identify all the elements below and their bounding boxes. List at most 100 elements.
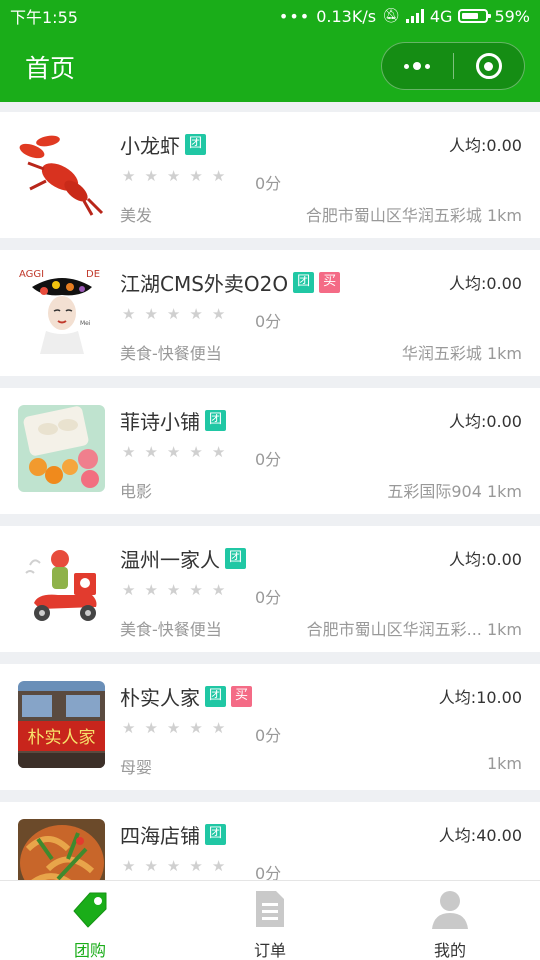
target-circle-icon — [475, 53, 502, 79]
purchase-badge: 买 — [319, 272, 341, 293]
fashion-model-thumbnail: AGGI DE Mei — [18, 267, 105, 354]
group-buy-badge: 团 — [205, 686, 226, 707]
shop-card[interactable]: AGGI DE Mei 江湖CMS外卖O2O 团 买 人均:0.00 ★ ★ ★ ★ ★ — [0, 250, 540, 376]
status-indicators: ••• 0.13K/s 🔕︎ 4G 59% — [279, 7, 530, 26]
score-text: 0分 — [255, 450, 282, 469]
shop-name-row: 朴实人家 团 买 — [120, 682, 252, 711]
category-text: 美食-快餐便当 — [120, 344, 222, 363]
star-icon: ★ — [189, 305, 203, 323]
shop-list[interactable]: 小龙虾 团 人均:0.00 ★ ★ ★ ★ ★ 0分 美发 合肥市蜀山区华润五彩城 1k… — [0, 102, 540, 880]
group-buy-badge: 团 — [293, 272, 315, 293]
tab-profile[interactable]: 我的 — [360, 881, 540, 960]
score-text: 0分 — [255, 312, 282, 331]
star-icon: ★ — [189, 719, 203, 737]
distance-value: 1km — [486, 754, 522, 773]
star-icon: ★ — [211, 857, 226, 875]
battery-level: 59% — [494, 6, 530, 26]
star-icon: ★ — [166, 857, 181, 875]
shop-name-row: 小龙虾 团 — [120, 130, 206, 159]
shop-name: 小龙虾 — [120, 134, 180, 158]
star-icon: ★ — [189, 443, 203, 461]
shop-card[interactable]: 四海店铺 团 人均:40.00 ★ ★ ★ ★ ★ 0分 — [0, 802, 540, 880]
shop-card[interactable]: 小龙虾 团 人均:0.00 ★ ★ ★ ★ ★ 0分 美发 合肥市蜀山区华润五彩城 1k… — [0, 112, 540, 238]
close-button[interactable] — [454, 43, 525, 89]
star-icon: ★ — [144, 719, 158, 737]
star-icon: ★ — [166, 719, 181, 737]
tab-orders[interactable]: 订单 — [180, 881, 360, 960]
address-text: 合肥市蜀山区华润五彩城 1km — [306, 202, 522, 226]
status-bar: 下午1:55 ••• 0.13K/s 🔕︎ 4G 59% — [0, 0, 540, 32]
star-icon: ★ — [166, 305, 181, 323]
tab-label: 团购 — [73, 941, 106, 960]
star-icon: ★ — [122, 581, 136, 599]
star-rating: ★ ★ ★ ★ ★ — [122, 857, 225, 875]
address-value: 合肥市蜀山区华润五彩城 — [305, 206, 482, 225]
star-icon: ★ — [189, 581, 203, 599]
shop-name-row: 菲诗小铺 团 — [120, 406, 226, 435]
average-price: 人均:0.00 — [448, 412, 522, 431]
user-icon — [430, 889, 470, 933]
score-text: 0分 — [255, 174, 282, 193]
average-price: 人均:10.00 — [438, 688, 522, 707]
star-icon: ★ — [166, 443, 181, 461]
tab-group-buy[interactable]: 团购 — [0, 881, 180, 960]
star-rating: ★ ★ ★ ★ ★ — [122, 305, 225, 323]
tab-label: 我的 — [433, 941, 466, 960]
star-icon: ★ — [144, 443, 158, 461]
shop-card[interactable]: 朴实人家 朴实人家 团 买 人均:10.00 ★ ★ ★ ★ ★ 0分 母婴 1km — [0, 664, 540, 790]
address-text: 五彩国际904 1km — [387, 478, 522, 502]
mini-program-capsule — [381, 42, 525, 90]
mute-icon: 🔕︎ — [382, 8, 400, 24]
star-rating: ★ ★ ★ ★ ★ — [122, 719, 225, 737]
shop-card[interactable]: 菲诗小铺 团 人均:0.00 ★ ★ ★ ★ ★ 0分 电影 五彩国际904 1km — [0, 388, 540, 514]
address-text: 1km — [487, 754, 522, 773]
score-text: 0分 — [255, 726, 282, 745]
tag-icon — [70, 889, 110, 933]
star-icon: ★ — [211, 443, 226, 461]
shop-name: 朴实人家 — [120, 686, 200, 710]
group-buy-badge: 团 — [185, 134, 206, 155]
score-text: 0分 — [255, 588, 282, 607]
fruit-dessert-thumbnail — [18, 405, 105, 492]
shop-name-row: 四海店铺 团 — [120, 820, 226, 849]
shop-name-row: 温州一家人 团 — [120, 544, 246, 573]
star-icon: ★ — [122, 719, 136, 737]
purchase-badge: 买 — [231, 686, 252, 707]
net-speed: 0.13K/s — [316, 6, 377, 26]
star-icon: ★ — [166, 581, 181, 599]
delivery-scooter-thumbnail — [18, 543, 105, 630]
group-buy-badge: 团 — [205, 824, 226, 845]
star-icon: ★ — [122, 443, 136, 461]
network-type: 4G — [429, 6, 453, 26]
bottom-tab-bar: 团购 订单 我的 — [0, 880, 540, 960]
star-icon: ★ — [189, 857, 203, 875]
distance-value: 1km — [486, 206, 522, 225]
shop-name: 四海店铺 — [120, 824, 200, 848]
address-value: 合肥市蜀山区华润五彩... — [306, 620, 482, 639]
star-icon: ★ — [189, 167, 203, 185]
shop-name: 菲诗小铺 — [120, 410, 200, 434]
page-title: 首页 — [25, 54, 76, 83]
address-text: 合肥市蜀山区华润五彩... 1km — [307, 616, 522, 640]
star-rating: ★ ★ ★ ★ ★ — [122, 581, 225, 599]
tab-label: 订单 — [253, 941, 286, 960]
star-icon: ★ — [122, 167, 136, 185]
star-icon: ★ — [211, 305, 226, 323]
star-icon: ★ — [122, 305, 136, 323]
category-text: 电影 — [120, 482, 153, 501]
star-icon: ★ — [211, 719, 226, 737]
document-icon — [250, 889, 290, 933]
star-icon: ★ — [211, 167, 226, 185]
distance-value: 1km — [486, 344, 522, 363]
address-value: 五彩国际904 — [387, 482, 482, 501]
nav-bar: 首页 — [0, 32, 540, 102]
svg-text:AGGI: AGGI — [19, 269, 44, 280]
distance-value: 1km — [486, 620, 522, 639]
more-button[interactable] — [382, 43, 453, 89]
star-icon: ★ — [144, 167, 158, 185]
address-value: 华润五彩城 — [401, 344, 482, 363]
shop-card[interactable]: 温州一家人 团 人均:0.00 ★ ★ ★ ★ ★ 0分 美食-快餐便当 合肥市蜀山区华… — [0, 526, 540, 652]
distance-value: 1km — [486, 482, 522, 501]
star-icon: ★ — [144, 305, 158, 323]
battery-icon — [458, 9, 492, 23]
